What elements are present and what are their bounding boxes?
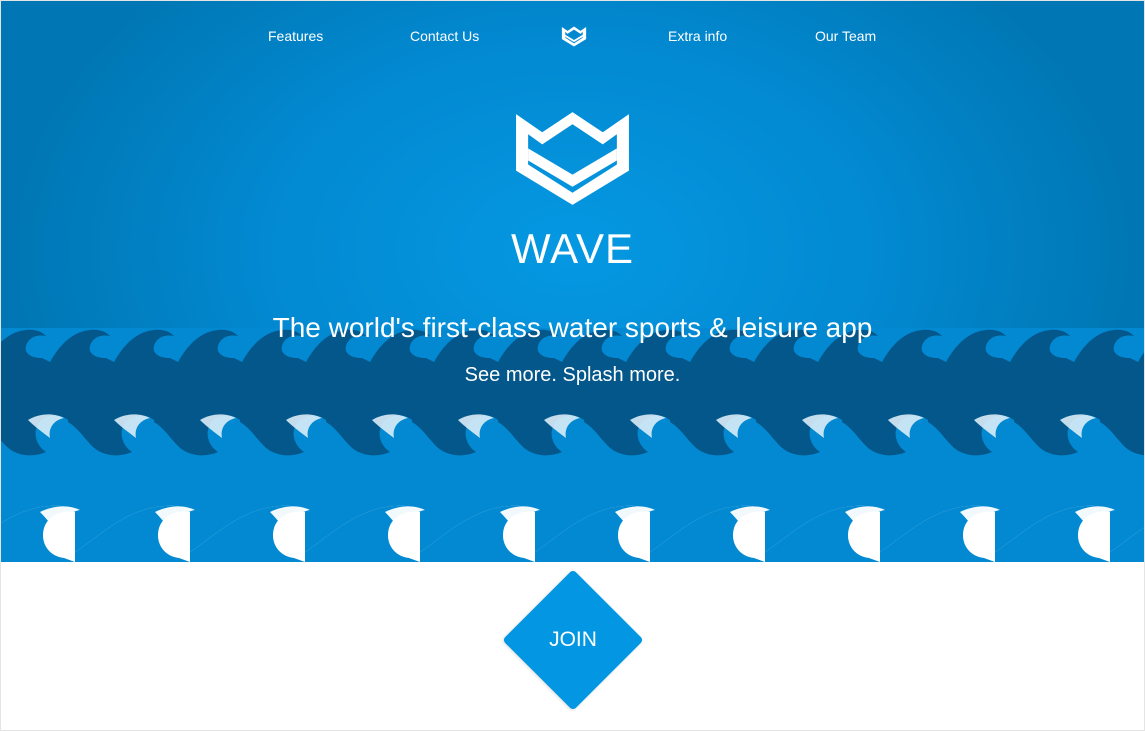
top-nav: Features Contact Us Extra info Our Team	[0, 0, 1145, 72]
nav-link-contact-us[interactable]: Contact Us	[410, 27, 479, 45]
nav-link-our-team[interactable]: Our Team	[815, 27, 876, 45]
hero-tagline: The world's first-class water sports & l…	[272, 312, 873, 343]
nav-link-extra-info[interactable]: Extra info	[668, 27, 727, 45]
join-cta: JOIN	[502, 569, 644, 711]
join-button[interactable]	[502, 569, 644, 711]
hero-subtagline: See more. Splash more.	[464, 364, 681, 386]
nav-link-features[interactable]: Features	[268, 27, 323, 45]
wave-logo-icon	[512, 110, 633, 207]
landing-page: Features Contact Us Extra info Our Team …	[0, 0, 1145, 731]
brand-name: WAVE	[510, 225, 634, 272]
wave-logo-icon[interactable]	[561, 26, 587, 47]
